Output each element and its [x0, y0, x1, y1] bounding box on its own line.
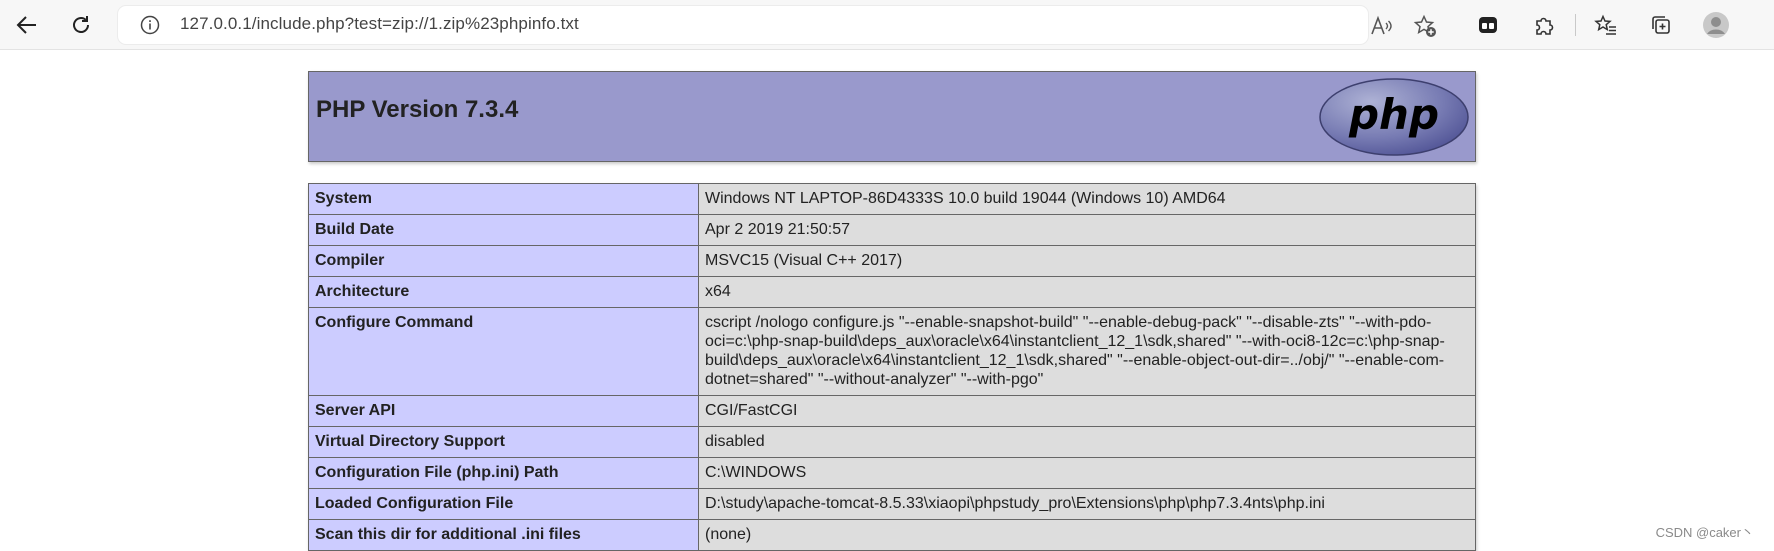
collections-button[interactable] — [1645, 9, 1677, 41]
refresh-icon — [73, 16, 89, 33]
row-key: Loaded Configuration File — [308, 488, 699, 520]
table-row: Configure Command cscript /nologo configu… — [308, 307, 1476, 396]
extension-app-icon — [1479, 17, 1497, 33]
star-add-icon — [1413, 14, 1436, 37]
table-row: Loaded Configuration File D:\study\apache… — [308, 488, 1476, 520]
row-value: Apr 2 2019 21:50:57 — [698, 214, 1476, 246]
table-row: Architecture x64 — [308, 276, 1476, 308]
profile-button[interactable] — [1700, 9, 1732, 41]
row-key: Build Date — [308, 214, 699, 246]
watermark: CSDN @caker丶 — [1655, 525, 1754, 540]
page-title: PHP Version 7.3.4 — [316, 96, 519, 123]
read-aloud-icon — [1371, 15, 1392, 35]
site-info-icon[interactable] — [140, 15, 160, 35]
row-value: x64 — [698, 276, 1476, 308]
toolbar-separator — [1575, 14, 1576, 36]
table-row: Virtual Directory Support disabled — [308, 426, 1476, 458]
row-key: Configuration File (php.ini) Path — [308, 457, 699, 489]
row-value: (none) — [698, 519, 1476, 551]
row-key: Configure Command — [308, 307, 699, 396]
table-row: System Windows NT LAPTOP-86D4333S 10.0 bu… — [308, 183, 1476, 215]
browser-toolbar: 127.0.0.1/include.php?test=zip://1.zip%2… — [0, 0, 1774, 50]
row-key: Architecture — [308, 276, 699, 308]
row-value: Windows NT LAPTOP-86D4333S 10.0 build 19… — [698, 183, 1476, 215]
row-value: cscript /nologo configure.js "--enable-s… — [698, 307, 1476, 396]
refresh-button[interactable] — [64, 8, 98, 42]
collections-icon — [1652, 16, 1670, 34]
back-arrow-icon — [16, 16, 36, 34]
php-logo[interactable]: php — [1318, 77, 1470, 157]
row-key: Compiler — [308, 245, 699, 277]
table-row: Server API CGI/FastCGI — [308, 395, 1476, 427]
row-key: System — [308, 183, 699, 215]
table-row: Scan this dir for additional .ini files(… — [308, 519, 1476, 551]
favorites-list-icon — [1594, 14, 1616, 35]
row-key: Server API — [308, 395, 699, 427]
favorites-button[interactable] — [1590, 9, 1622, 41]
collections-extension-button[interactable] — [1472, 9, 1504, 41]
row-value: disabled — [698, 426, 1476, 458]
row-key: Virtual Directory Support — [308, 426, 699, 458]
table-row: Compiler MSVC15 (Visual C++ 2017) — [308, 245, 1476, 277]
back-button[interactable] — [10, 8, 44, 42]
extensions-button[interactable] — [1528, 9, 1560, 41]
row-value: D:\study\apache-tomcat-8.5.33\xiaopi\php… — [698, 488, 1476, 520]
table-row: Build Date Apr 2 2019 21:50:57 — [308, 214, 1476, 246]
read-aloud-button[interactable] — [1370, 15, 1394, 42]
info-table: System Windows NT LAPTOP-86D4333S 10.0 bu… — [308, 183, 1476, 551]
url-text[interactable]: 127.0.0.1/include.php?test=zip://1.zip%2… — [180, 14, 579, 34]
row-value: MSVC15 (Visual C++ 2017) — [698, 245, 1476, 277]
avatar-icon — [1703, 12, 1729, 38]
add-favorite-button[interactable] — [1413, 14, 1437, 43]
phpinfo-page: PHP Version 7.3.4 php System Windows NT L… — [308, 71, 1476, 551]
php-version-header: PHP Version 7.3.4 php — [308, 71, 1476, 162]
php-logo-text: php — [1348, 90, 1439, 139]
row-value: C:\WINDOWS — [698, 457, 1476, 489]
puzzle-icon — [1536, 17, 1554, 35]
table-row: Configuration File (php.ini) Path C:\WIND… — [308, 457, 1476, 489]
address-bar[interactable]: 127.0.0.1/include.php?test=zip://1.zip%2… — [118, 6, 1436, 44]
row-key: Scan this dir for additional .ini files — [308, 519, 699, 551]
row-value: CGI/FastCGI — [698, 395, 1476, 427]
